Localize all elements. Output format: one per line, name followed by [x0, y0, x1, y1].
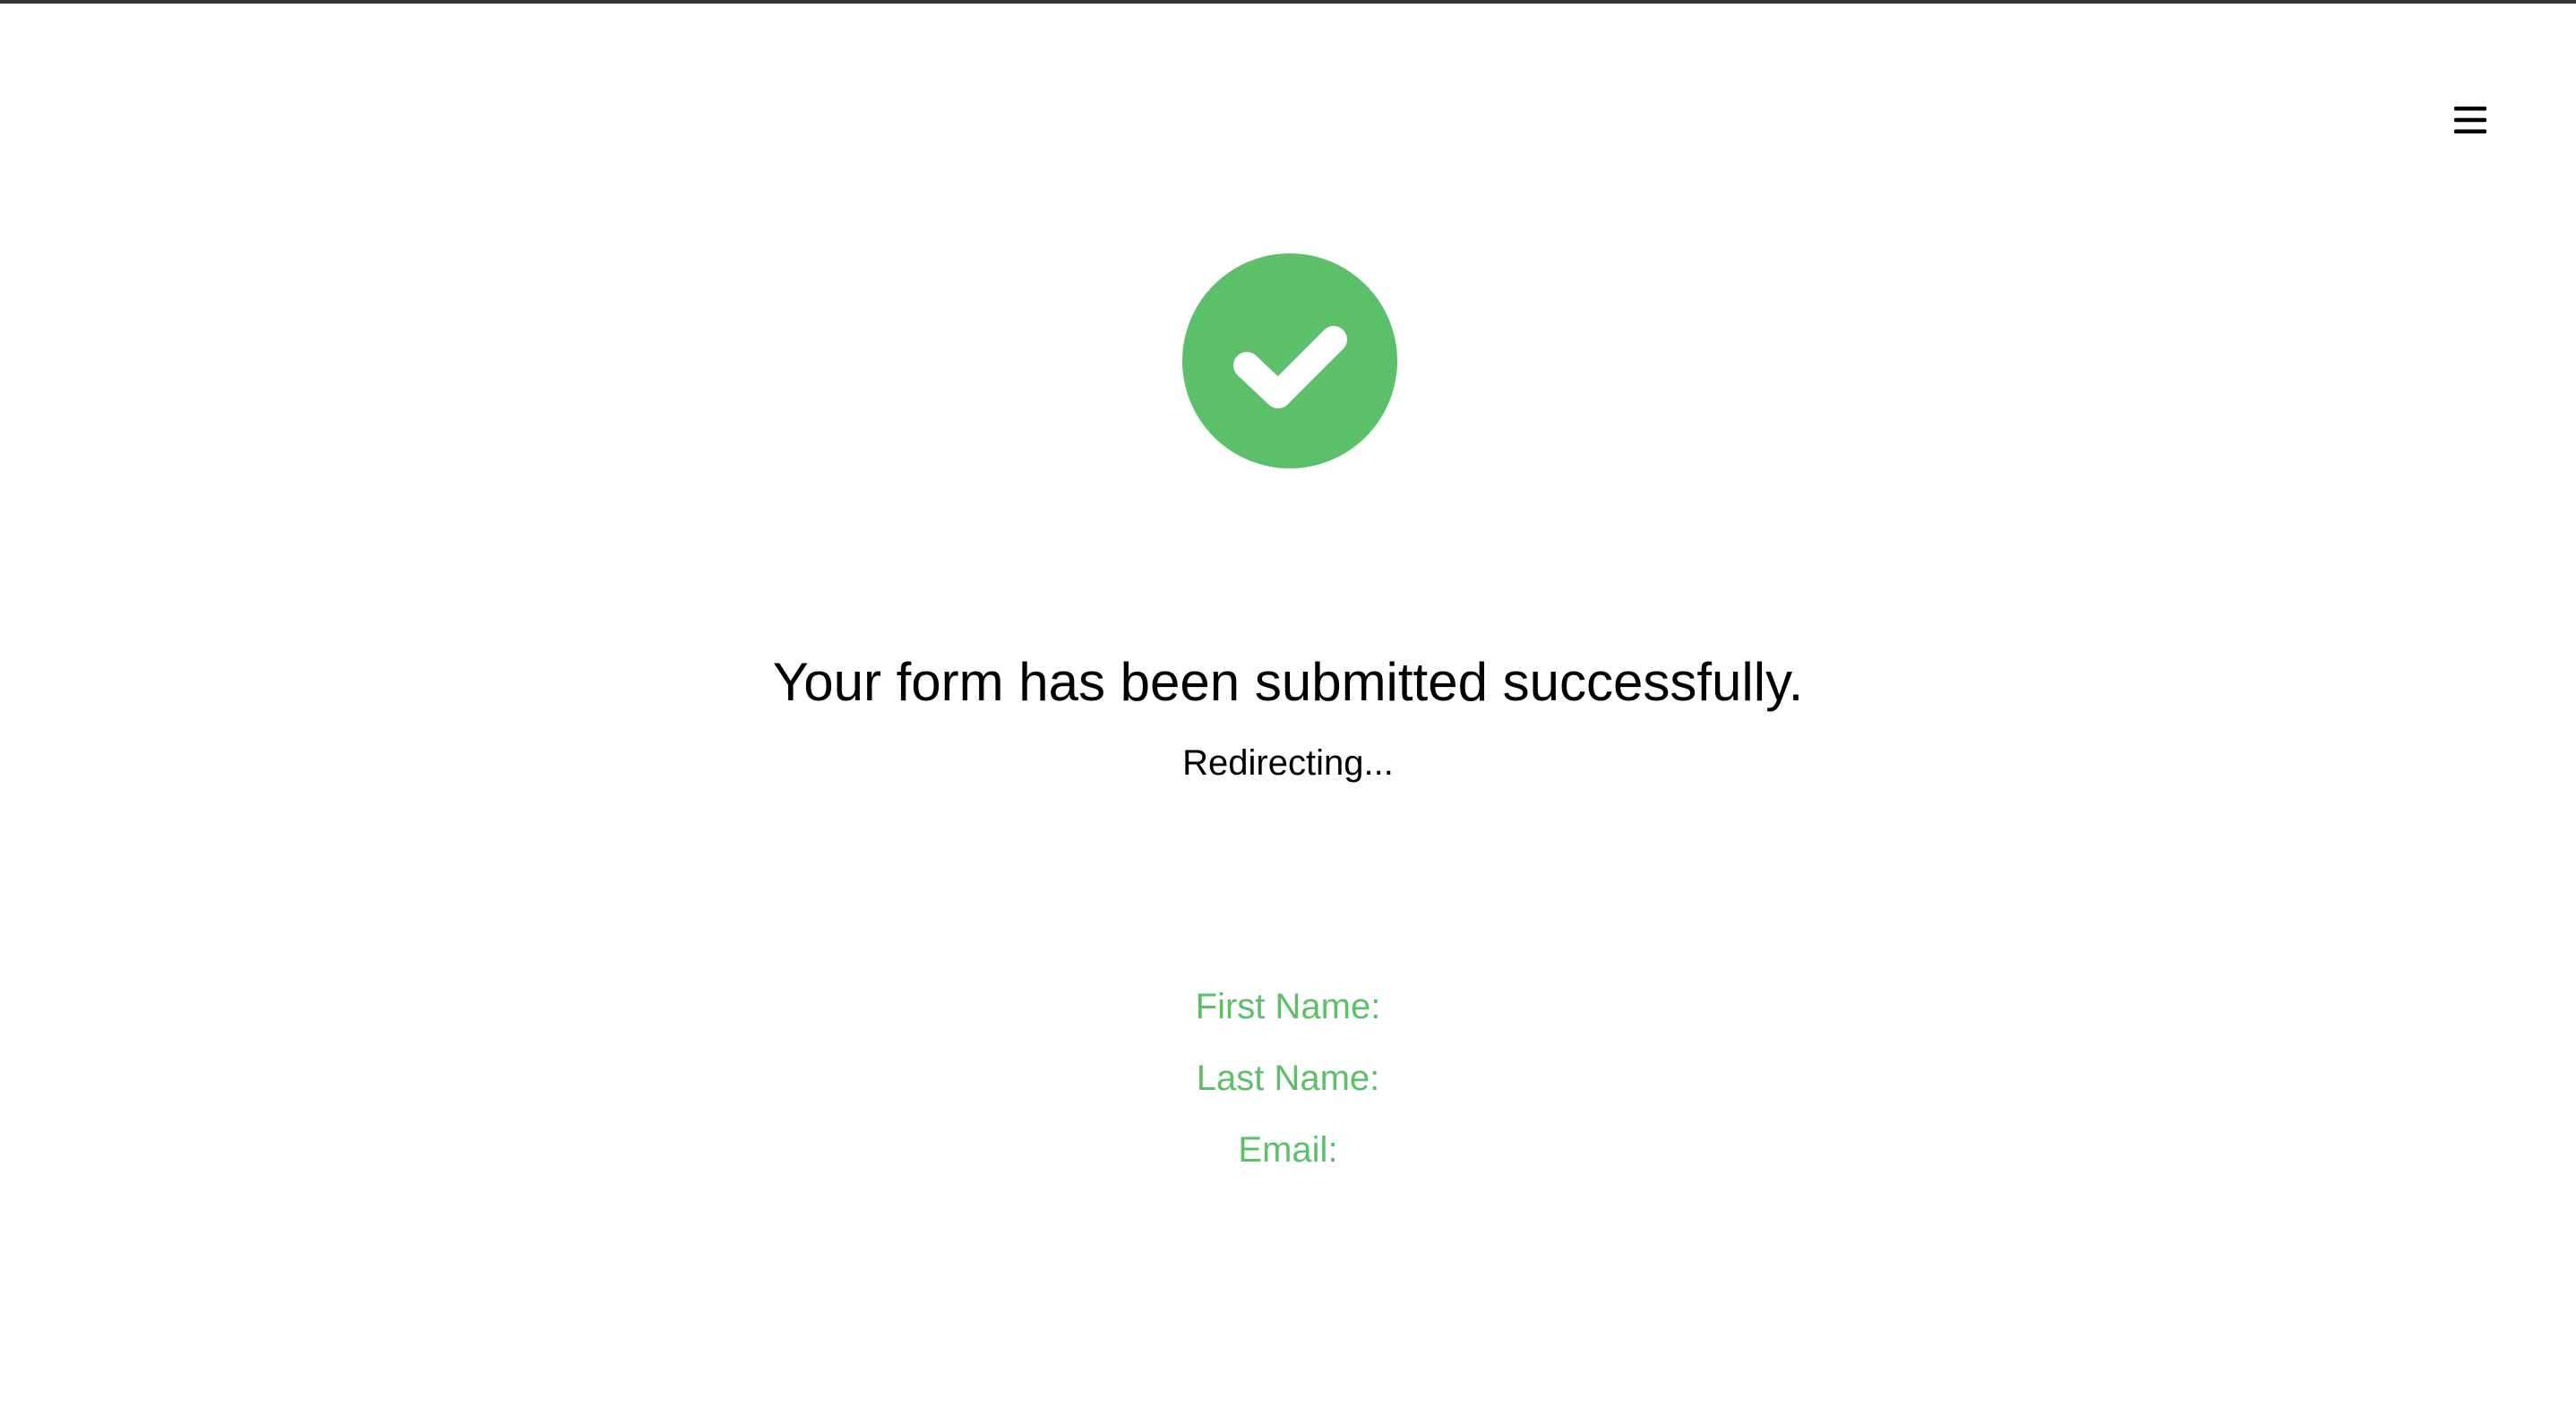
success-message-title: Your form has been submitted successfull… — [772, 652, 1804, 712]
check-circle-icon — [1182, 253, 1397, 468]
check-circle-background — [1182, 253, 1397, 468]
menu-button[interactable] — [2447, 97, 2494, 143]
summary-last-name-label: Last Name: — [1196, 1059, 1380, 1098]
redirect-status-text: Redirecting... — [1182, 743, 1394, 783]
hamburger-menu-icon — [2454, 107, 2486, 133]
summary-first-name-label: First Name: — [1195, 987, 1381, 1026]
submission-summary: First Name: Last Name: Email: — [0, 971, 2576, 1186]
summary-email-label: Email: — [1238, 1130, 1338, 1170]
top-border — [0, 0, 2576, 4]
